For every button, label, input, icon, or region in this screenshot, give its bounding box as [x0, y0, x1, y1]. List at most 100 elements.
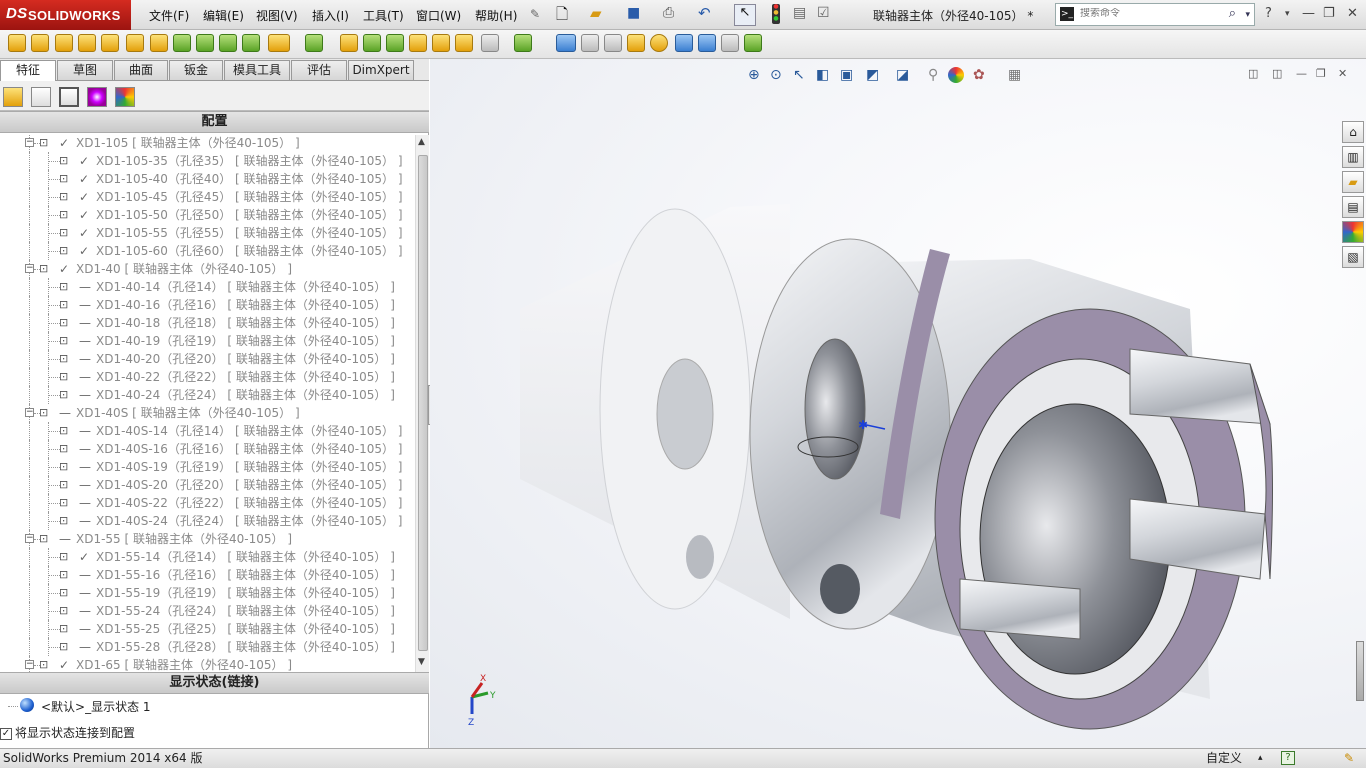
units-selector[interactable]: 自定义 [1206, 749, 1242, 768]
config-row[interactable]: ⊡ ✓ XD1-105-60（孔径60） [ 联轴器主体（外径40-105） ] [0, 242, 415, 260]
config-row[interactable]: ⊡ ✓ XD1-55-14（孔径14） [ 联轴器主体（外径40-105） ] [0, 548, 415, 566]
config-row[interactable]: ⊡ ✓ XD1-105-50（孔径50） [ 联轴器主体（外径40-105） ] [0, 206, 415, 224]
mirror-icon[interactable] [455, 34, 473, 52]
config-row[interactable]: ⊡ — XD1-55-24（孔径24） [ 联轴器主体（外径40-105） ] [0, 602, 415, 620]
tab-dimxpert[interactable]: DimXpert [348, 60, 414, 80]
config-row[interactable]: ⊡ — XD1-40-18（孔径18） [ 联轴器主体（外径40-105） ] [0, 314, 415, 332]
config-row[interactable]: ⊡ ✓ XD1-105-40（孔径40） [ 联轴器主体（外径40-105） ] [0, 170, 415, 188]
config-row[interactable]: ⊡ ✓ XD1-105-35（孔径35） [ 联轴器主体（外径40-105） ] [0, 152, 415, 170]
close-icon[interactable]: ✕ [1347, 6, 1358, 21]
search-input[interactable] [1080, 8, 1220, 19]
lofted-boss-icon[interactable] [78, 34, 96, 52]
tab-features[interactable]: 特征 [0, 60, 56, 82]
split-icon[interactable] [604, 34, 622, 52]
linear-pattern-icon[interactable] [305, 34, 323, 52]
new-document-icon[interactable]: 🗋 [556, 4, 568, 29]
pin-icon[interactable]: ✎ [530, 7, 540, 21]
hole-wizard-icon[interactable] [150, 34, 168, 52]
tab-mold-tools[interactable]: 模具工具 [224, 60, 290, 80]
chevron-down-icon[interactable]: ▾ [1285, 9, 1290, 19]
shell-icon[interactable] [386, 34, 404, 52]
appearances-icon[interactable] [1342, 221, 1364, 243]
config-row[interactable]: ⊡ ✓ XD1-105-55（孔径55） [ 联轴器主体（外径40-105） ] [0, 224, 415, 242]
config-row[interactable]: ⊡ — XD1-55-19（孔径19） [ 联轴器主体（外径40-105） ] [0, 584, 415, 602]
config-group-row[interactable]: − ⊡ ✓ XD1-40 [ 联轴器主体（外径40-105） ] [0, 260, 415, 278]
configuration-manager-icon[interactable] [59, 87, 79, 107]
menu-tools[interactable]: 工具(T) [363, 7, 404, 24]
menu-insert[interactable]: 插入(I) [312, 7, 349, 24]
select-cursor-icon[interactable]: ↖ [734, 4, 756, 26]
config-row[interactable]: ⊡ — XD1-40-14（孔径14） [ 联轴器主体（外径40-105） ] [0, 278, 415, 296]
collapse-icon[interactable]: − [25, 264, 34, 273]
configuration-publisher-icon[interactable] [744, 34, 762, 52]
revolved-cut-icon[interactable] [173, 34, 191, 52]
extruded-boss-icon[interactable] [8, 34, 26, 52]
config-row[interactable]: ⊡ — XD1-40S-19（孔径19） [ 联轴器主体（外径40-105） ] [0, 458, 415, 476]
custom-properties-icon[interactable]: ▧ [1342, 246, 1364, 268]
link-display-states-option[interactable]: ✓ 将显示状态连接到配置 [0, 724, 135, 741]
chevron-down-icon[interactable]: ▾ [1245, 10, 1250, 20]
tab-sketch[interactable]: 草图 [57, 60, 113, 80]
extruded-cut-icon[interactable] [126, 34, 144, 52]
collapse-icon[interactable]: − [25, 660, 34, 669]
chevron-up-icon[interactable]: ▴ [1258, 749, 1263, 768]
config-row[interactable]: ⊡ — XD1-40-19（孔径19） [ 联轴器主体（外径40-105） ] [0, 332, 415, 350]
copy-body-icon[interactable] [721, 34, 739, 52]
config-row[interactable]: ⊡ — XD1-40S-22（孔径22） [ 联轴器主体（外径40-105） ] [0, 494, 415, 512]
config-row[interactable]: ⊡ — XD1-40S-24（孔径24） [ 联轴器主体（外径40-105） ] [0, 512, 415, 530]
tree-scrollbar[interactable]: ▲ ▼ [415, 135, 429, 672]
swept-cut-icon[interactable] [196, 34, 214, 52]
menu-help[interactable]: 帮助(H) [475, 7, 517, 24]
display-manager-icon[interactable] [115, 87, 135, 107]
coupling-model[interactable]: ✱ Z Y X [430, 59, 1366, 748]
scroll-thumb[interactable] [418, 155, 428, 651]
solidworks-resources-icon[interactable]: ⌂ [1342, 121, 1364, 143]
fillet-icon[interactable] [268, 34, 290, 52]
menu-window[interactable]: 窗口(W) [416, 7, 461, 24]
swept-boss-icon[interactable] [55, 34, 73, 52]
search-commands[interactable]: >_ ⌕ ▾ [1055, 3, 1255, 26]
viewport-handle[interactable] [1356, 641, 1364, 701]
draft-icon[interactable] [363, 34, 381, 52]
collapse-icon[interactable]: − [25, 534, 34, 543]
open-folder-icon[interactable]: ▰ [590, 4, 602, 22]
boundary-boss-icon[interactable] [101, 34, 119, 52]
config-row[interactable]: ⊡ — XD1-40S-20（孔径20） [ 联轴器主体（外径40-105） ] [0, 476, 415, 494]
view-palette-icon[interactable]: ▤ [1342, 196, 1364, 218]
undo-icon[interactable]: ↶ [698, 4, 711, 22]
menu-view[interactable]: 视图(V) [256, 7, 298, 24]
config-row[interactable]: ⊡ — XD1-40S-16（孔径16） [ 联轴器主体（外径40-105） ] [0, 440, 415, 458]
scroll-down-icon[interactable]: ▼ [418, 657, 425, 667]
restore-icon[interactable]: ❐ [1323, 6, 1335, 21]
config-row[interactable]: ⊡ — XD1-55-25（孔径25） [ 联轴器主体（外径40-105） ] [0, 620, 415, 638]
display-state-item[interactable]: <默认>_显示状态 1 [41, 698, 151, 715]
scroll-up-icon[interactable]: ▲ [418, 137, 425, 147]
rib-icon[interactable] [340, 34, 358, 52]
reference-geometry-icon[interactable] [481, 34, 499, 52]
help-icon[interactable]: ? [1281, 751, 1295, 765]
move-face-icon[interactable] [581, 34, 599, 52]
curves-icon[interactable] [514, 34, 532, 52]
dimxpert-manager-icon[interactable] [87, 87, 107, 107]
print-icon[interactable]: ⎙ [663, 5, 674, 21]
view-orientation-icon[interactable] [675, 34, 693, 52]
solidworks-logo[interactable]: DS SOLIDWORKS [0, 0, 131, 30]
config-row[interactable]: ⊡ — XD1-40-24（孔径24） [ 联轴器主体（外径40-105） ] [0, 386, 415, 404]
combine-icon[interactable] [627, 34, 645, 52]
config-row[interactable]: ⊡ — XD1-40S-14（孔径14） [ 联轴器主体（外径40-105） ] [0, 422, 415, 440]
lofted-cut-icon[interactable] [219, 34, 237, 52]
config-row[interactable]: ⊡ — XD1-40-20（孔径20） [ 联轴器主体（外径40-105） ] [0, 350, 415, 368]
link-display-states-checkbox[interactable]: ✓ [0, 727, 12, 740]
menu-file[interactable]: 文件(F) [149, 7, 189, 24]
intersect-icon[interactable] [432, 34, 450, 52]
config-row[interactable]: ⊡ — XD1-55-16（孔径16） [ 联轴器主体（外径40-105） ] [0, 566, 415, 584]
tab-surfaces[interactable]: 曲面 [114, 60, 168, 80]
config-group-row[interactable]: − ⊡ — XD1-55 [ 联轴器主体（外径40-105） ] [0, 530, 415, 548]
graphics-area[interactable]: ⊕ ⊙ ↖ ◧ ▣ ◩ ◪ ⚲ ✿ ▦ ◫ ◫ — ❐ ✕ ✱ Z Y X ⌂ … [430, 59, 1366, 748]
config-group-row[interactable]: − ⊡ — XD1-40S [ 联轴器主体（外径40-105） ] [0, 404, 415, 422]
file-properties-icon[interactable]: ▤ [793, 5, 806, 21]
wrap-icon[interactable] [409, 34, 427, 52]
config-group-row[interactable]: − ⊡ ✓ XD1-105 [ 联轴器主体（外径40-105） ] [0, 135, 415, 152]
options-icon[interactable]: ☑ [817, 5, 830, 21]
boundary-cut-icon[interactable] [242, 34, 260, 52]
